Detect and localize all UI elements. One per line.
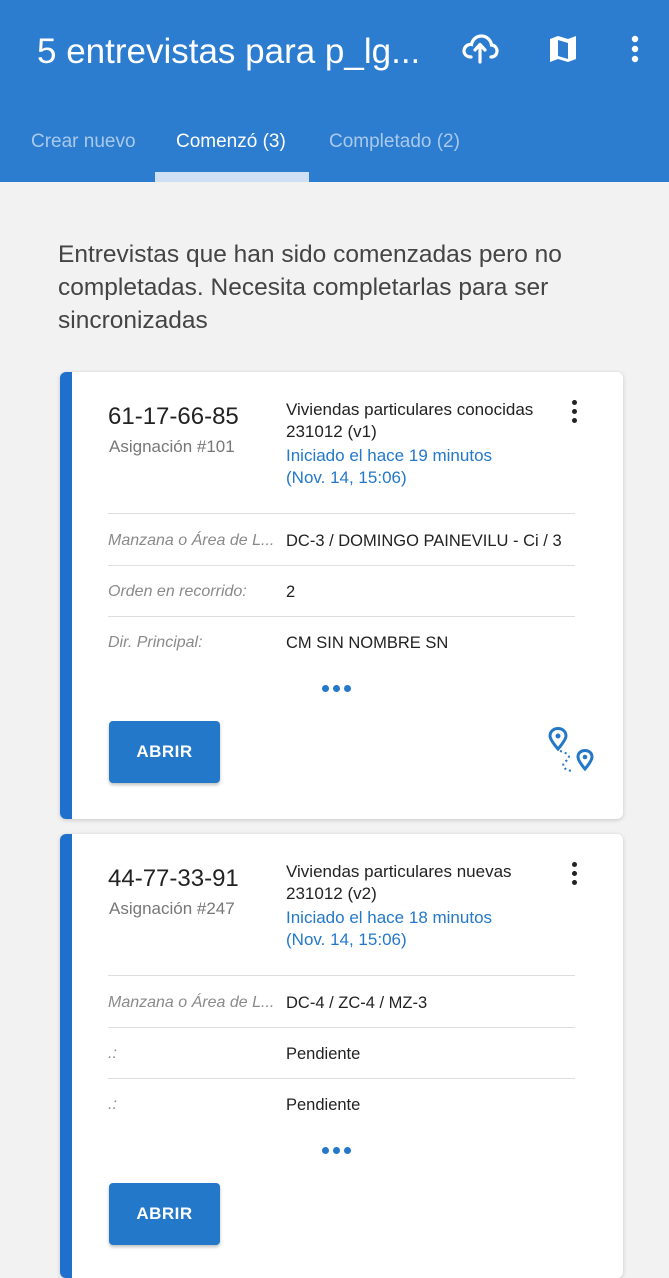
tab-crear-nuevo[interactable]: Crear nuevo [31,130,136,154]
card-menu-icon[interactable] [566,862,582,892]
row-value: DC-3 / DOMINGO PAINEVILU - Ci / 3 [286,532,562,550]
open-button[interactable]: ABRIR [109,721,220,783]
row-label: Orden en recorrido: [108,583,247,600]
card-accent-stripe [60,834,72,1278]
divider [108,513,575,514]
row-value: Pendiente [286,1045,361,1063]
row-label: Dir. Principal: [108,634,203,651]
page-title: 5 entrevistas para p_lg... [37,32,421,71]
cloud-sync-icon[interactable] [460,30,500,66]
interview-id: 61-17-66-85 [108,403,239,430]
card-menu-icon[interactable] [566,400,582,430]
row-label: .: [108,1096,117,1113]
app-bar: 5 entrevistas para p_lg... Crear nuevo C… [0,0,669,182]
interview-card[interactable]: 44-77-33-91 Asignación #247 Viviendas pa… [60,834,623,1278]
interview-id: 44-77-33-91 [108,865,239,892]
more-vert-icon[interactable] [628,34,642,66]
map-icon[interactable] [548,34,578,64]
row-value: DC-4 / ZC-4 / MZ-3 [286,994,428,1012]
row-label: Manzana o Área de L... [108,532,275,549]
assignment-label: Asignación #101 [109,437,235,456]
row-value: Pendiente [286,1096,361,1114]
intro-text: Entrevistas que han sido comenzadas pero… [58,241,562,334]
more-details-icon[interactable] [322,679,362,692]
divider [108,975,575,976]
divider [108,616,575,617]
row-value: 2 [286,583,296,601]
tab-bar: Crear nuevo Comenzó (3) Completado (2) [0,118,669,182]
assignment-label: Asignación #247 [109,899,235,918]
divider [108,1078,575,1079]
questionnaire-title: Viviendas particulares nuevas 231012 (v2… [286,862,512,903]
divider [108,565,575,566]
route-icon[interactable] [544,726,600,782]
card-accent-stripe [60,372,72,819]
tab-completado[interactable]: Completado (2) [329,130,460,154]
started-time: Iniciado el hace 19 minutos (Nov. 14, 15… [286,446,493,487]
questionnaire-title: Viviendas particulares conocidas 231012 … [286,400,534,441]
tab-comenzo[interactable]: Comenzó (3) [176,130,286,154]
more-details-icon[interactable] [322,1141,362,1154]
row-label: Manzana o Área de L... [108,994,275,1011]
interview-card[interactable]: 61-17-66-85 Asignación #101 Viviendas pa… [60,372,623,819]
divider [108,1027,575,1028]
tab-indicator [155,172,309,182]
row-value: CM SIN NOMBRE SN [286,634,449,652]
open-button[interactable]: ABRIR [109,1183,220,1245]
started-time: Iniciado el hace 18 minutos (Nov. 14, 15… [286,908,493,949]
row-label: .: [108,1045,117,1062]
